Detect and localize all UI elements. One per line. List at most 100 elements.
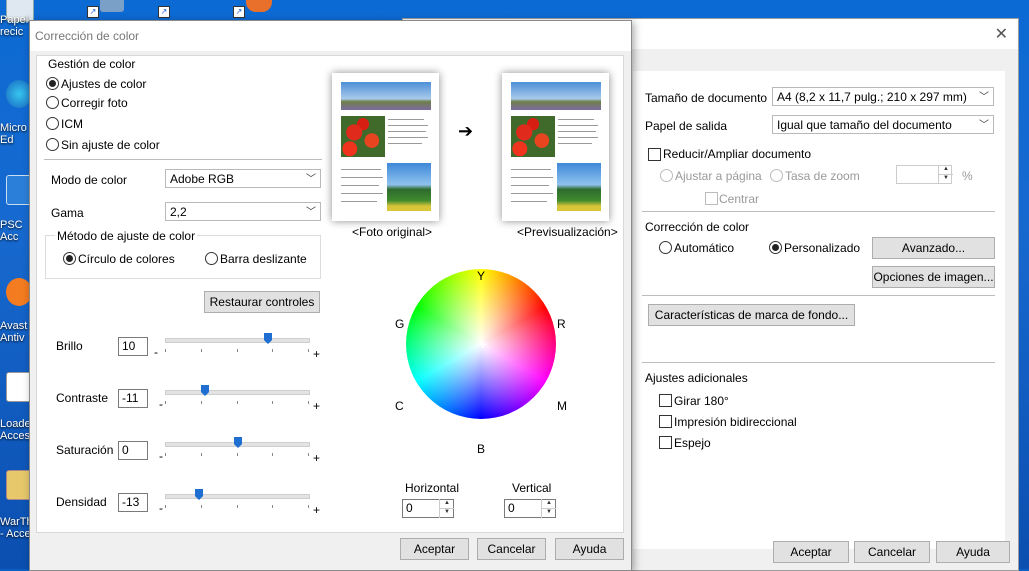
- flowers-image: [511, 116, 555, 157]
- wheel-label-cyan: C: [395, 399, 404, 413]
- slider-tick: [272, 401, 273, 404]
- slider-tick: [237, 453, 238, 456]
- density-slider[interactable]: [165, 489, 310, 508]
- brightness-slider[interactable]: [165, 333, 310, 352]
- radio-icm[interactable]: [46, 117, 59, 130]
- help-button[interactable]: Ayuda: [555, 538, 624, 560]
- color-correction-window: Corrección de color Gestión de color Aju…: [29, 20, 632, 571]
- brightness-field[interactable]: 10: [118, 337, 148, 356]
- spin-down-icon[interactable]: ▼: [939, 174, 953, 183]
- circle-label: Círculo de colores: [78, 252, 175, 266]
- ok-button[interactable]: Aceptar: [400, 538, 469, 560]
- option-label: Ajustes de color: [61, 77, 147, 91]
- additional-settings-label: Ajustes adicionales: [645, 371, 748, 385]
- trees-image: [557, 163, 601, 211]
- zoom-rate-spinner[interactable]: ▲ ▼: [938, 165, 953, 184]
- zoom-rate-radio[interactable]: [770, 169, 783, 182]
- doc-size-select[interactable]: A4 (8,2 x 11,7 pulg.; 210 x 297 mm) ﹀: [772, 87, 994, 106]
- brightness-label: Brillo: [56, 339, 83, 353]
- original-caption: <Foto original>: [352, 225, 433, 239]
- slider-tick: [201, 401, 202, 404]
- vertical-label: Vertical: [512, 481, 552, 495]
- fit-page-label: Ajustar a página: [675, 169, 762, 183]
- color-correction-label: Corrección de color: [645, 220, 750, 234]
- bidirectional-checkbox[interactable]: [659, 415, 672, 428]
- density-field[interactable]: -13: [118, 493, 148, 512]
- saturation-field[interactable]: 0: [118, 441, 148, 460]
- slider-tick: [308, 453, 309, 456]
- contrast-field[interactable]: -11: [118, 389, 148, 408]
- preview-photo: [502, 73, 609, 221]
- reduce-label: Reducir/Ampliar documento: [663, 147, 812, 161]
- help-button[interactable]: Ayuda: [936, 541, 1010, 563]
- percent-label: %: [962, 169, 973, 183]
- landscape-image: [341, 82, 431, 110]
- reduce-checkbox[interactable]: [648, 148, 661, 161]
- cancel-button[interactable]: Cancelar: [854, 541, 930, 563]
- slider-tick: [165, 453, 166, 456]
- crosshair-icon[interactable]: ✛: [479, 340, 487, 351]
- divider: [642, 362, 995, 363]
- divider: [642, 295, 995, 296]
- contrast-label: Contraste: [56, 391, 109, 405]
- adjust-method-label: Método de ajuste de color: [55, 229, 198, 243]
- custom-radio[interactable]: [769, 241, 782, 254]
- image-options-button[interactable]: Opciones de imagen...: [872, 266, 995, 288]
- mirror-checkbox[interactable]: [659, 436, 672, 449]
- rotate-checkbox[interactable]: [659, 394, 672, 407]
- wheel-label-yellow: Y: [477, 269, 486, 283]
- wheel-label-magenta: M: [557, 399, 567, 413]
- slider-tick: [237, 349, 238, 352]
- minus-sign: -: [154, 345, 158, 359]
- close-icon[interactable]: ✕: [995, 24, 1008, 44]
- minus-sign: -: [159, 501, 163, 515]
- saturation-slider[interactable]: [165, 437, 310, 456]
- slider-tick: [201, 453, 202, 456]
- auto-radio[interactable]: [659, 241, 672, 254]
- slider-tick: [272, 349, 273, 352]
- trees-image: [387, 163, 431, 211]
- output-paper-select[interactable]: Igual que tamaño del documento ﹀: [772, 115, 994, 134]
- color-mode-value: Adobe RGB: [170, 172, 235, 186]
- slider-tick: [237, 401, 238, 404]
- radio-color-circle[interactable]: [63, 252, 76, 265]
- option-label: ICM: [61, 117, 83, 131]
- app-icon[interactable]: [100, 0, 124, 12]
- option-label: Sin ajuste de color: [61, 138, 160, 152]
- divider: [44, 159, 322, 160]
- radio-photo-correction[interactable]: [46, 96, 59, 109]
- watermark-button[interactable]: Características de marca de fondo...: [648, 304, 855, 326]
- radio-color-settings[interactable]: [46, 77, 59, 90]
- spin-down-icon[interactable]: ▼: [542, 508, 556, 517]
- slider-tick: [272, 453, 273, 456]
- window-title: Corrección de color: [35, 29, 140, 43]
- slider-label: Barra deslizante: [220, 252, 307, 266]
- fit-page-radio[interactable]: [660, 169, 673, 182]
- wheel-label-red: R: [557, 317, 566, 331]
- contrast-slider[interactable]: [165, 385, 310, 404]
- radio-slider-bar[interactable]: [205, 252, 218, 265]
- gamma-label: Gama: [51, 206, 84, 220]
- divider: [642, 211, 995, 212]
- gamma-select[interactable]: 2,2 ﹀: [165, 202, 321, 221]
- chevron-down-icon: ﹀: [306, 174, 316, 185]
- slider-tick: [237, 505, 238, 508]
- slider-tick: [308, 505, 309, 508]
- center-checkbox[interactable]: [705, 192, 718, 205]
- advanced-button[interactable]: Avanzado...: [872, 237, 995, 259]
- flowers-image: [341, 116, 385, 157]
- color-mode-select[interactable]: Adobe RGB ﹀: [165, 169, 321, 188]
- wheel-label-green: G: [395, 317, 405, 331]
- slider-tick: [272, 505, 273, 508]
- landscape-image: [511, 82, 601, 110]
- radio-no-adjust[interactable]: [46, 138, 59, 151]
- cancel-button[interactable]: Cancelar: [477, 538, 546, 560]
- vertical-spinner[interactable]: ▲ ▼: [541, 499, 556, 518]
- ok-button[interactable]: Aceptar: [773, 541, 849, 563]
- shortcut-arrow-icon: ↗: [233, 6, 245, 18]
- bidirectional-label: Impresión bidireccional: [674, 415, 797, 429]
- restore-controls-button[interactable]: Restaurar controles: [204, 291, 320, 313]
- slider-tick: [201, 505, 202, 508]
- horizontal-spinner[interactable]: ▲ ▼: [439, 499, 454, 518]
- spin-down-icon[interactable]: ▼: [440, 508, 454, 517]
